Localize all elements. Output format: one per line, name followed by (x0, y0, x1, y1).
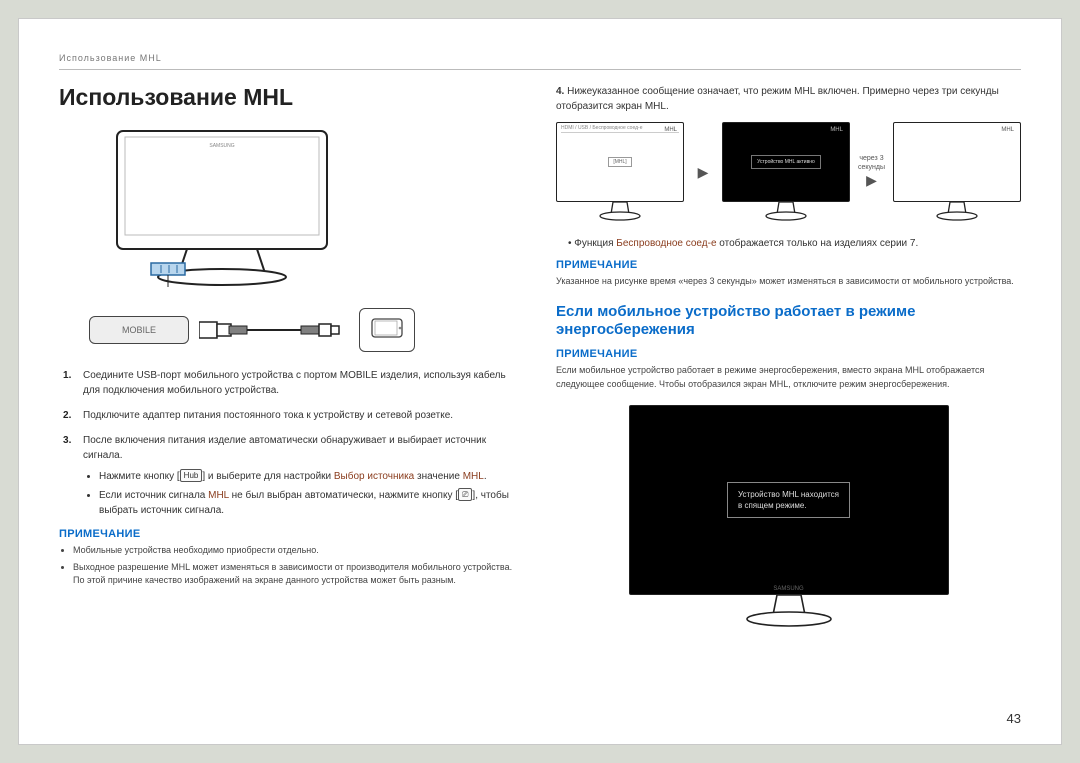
big-screen-msg: Устройство MHL находится в спящем режиме… (727, 482, 850, 518)
page-number: 43 (1007, 711, 1021, 726)
step-3-sub-2: Если источник сигнала MHL не был выбран … (99, 488, 524, 518)
step-4: 4. Нижеуказанное сообщение означает, что… (556, 84, 1021, 114)
notice-body-r2: Если мобильное устройство работает в реж… (556, 364, 1021, 391)
section-heading-energy: Если мобильное устройство работает в реж… (556, 303, 1021, 341)
hub-button-icon: Hub (180, 469, 203, 482)
breadcrumb: Использование MHL (59, 53, 1021, 70)
steps-list: Соедините USB-порт мобильного устройства… (59, 368, 524, 518)
mini-screen2-corner: MHL (830, 127, 843, 133)
step-2: Подключите адаптер питания постоянного т… (59, 408, 524, 423)
cable-icon (199, 314, 349, 346)
two-column-layout: Использование MHL SAMSUNG MOBILE (59, 84, 1021, 629)
arrow-right-icon: ▶ (692, 164, 714, 181)
mini-monitor-1: HDMI / USB / Беспроводное соед-е MHL [MH… (556, 122, 684, 222)
step-4-text: Нижеуказанное сообщение означает, что ре… (556, 86, 999, 112)
big-monitor: Устройство MHL находится в спящем режиме… (556, 405, 1021, 629)
svg-text:SAMSUNG: SAMSUNG (209, 143, 234, 149)
right-column: 4. Нижеуказанное сообщение означает, что… (556, 84, 1021, 629)
monitor-triplet: HDMI / USB / Беспроводное соед-е MHL [MH… (556, 122, 1021, 222)
mini-screen1-topbar: HDMI / USB / Беспроводное соед-е (561, 125, 679, 133)
mini-screen2-msg: Устройство MHL активно (751, 155, 821, 169)
phone-icon (370, 317, 404, 343)
step-1: Соедините USB-порт мобильного устройства… (59, 368, 524, 398)
notice-left-item-1: Мобильные устройства необходимо приобрес… (73, 544, 524, 558)
step-4-num: 4. (556, 86, 564, 97)
mini-stand-2 (761, 202, 811, 222)
step-3-intro: После включения питания изделие автомати… (83, 435, 486, 461)
notice-label-left: Примечание (59, 528, 524, 540)
arrow-gap-1: ▶ (692, 164, 714, 181)
mini-monitor-2: MHL Устройство MHL активно (722, 122, 850, 222)
mobile-device-box (359, 308, 415, 352)
notice-label-r2: Примечание (556, 348, 1021, 360)
arrow-right-icon: ▶ (858, 172, 885, 189)
notice-label-r1: Примечание (556, 259, 1021, 271)
source-button-icon: ⎚ (458, 488, 472, 501)
mobile-port-box: MOBILE (89, 316, 189, 344)
notice-body-left: Мобильные устройства необходимо приобрес… (59, 544, 524, 588)
bullet-wireless: Функция Беспроводное соед-е отображается… (568, 236, 1021, 251)
mini-stand-3 (932, 202, 982, 222)
arrow-gap-2: через 3 секунды ▶ (858, 155, 885, 189)
big-screen: Устройство MHL находится в спящем режиме… (629, 405, 949, 595)
big-stand-icon (739, 595, 839, 629)
big-screen-brand: SAMSUNG (773, 586, 803, 592)
step-3-sub-1: Нажмите кнопку [Hub] и выберите для наст… (99, 469, 524, 484)
monitor-diagram: SAMSUNG (89, 127, 389, 287)
page-title: Использование MHL (59, 84, 524, 111)
mini-stand-1 (595, 202, 645, 222)
notice-left-item-2: Выходное разрешение MHL может изменяться… (73, 561, 524, 588)
mini-screen1-pill: [MHL] (608, 157, 631, 167)
mini-screen1-corner: MHL (664, 127, 677, 133)
step-3: После включения питания изделие автомати… (59, 433, 524, 518)
document-page: Использование MHL Использование MHL SAMS… (18, 18, 1062, 745)
left-column: Использование MHL SAMSUNG MOBILE (59, 84, 524, 629)
arrow-label: через 3 секунды (858, 155, 885, 170)
cable-row: MOBILE (89, 308, 524, 352)
notice-body-r1: Указанное на рисунке время «через 3 секу… (556, 275, 1021, 289)
mini-screen3-corner: MHL (1001, 127, 1014, 133)
mini-monitor-3: MHL (893, 122, 1021, 222)
